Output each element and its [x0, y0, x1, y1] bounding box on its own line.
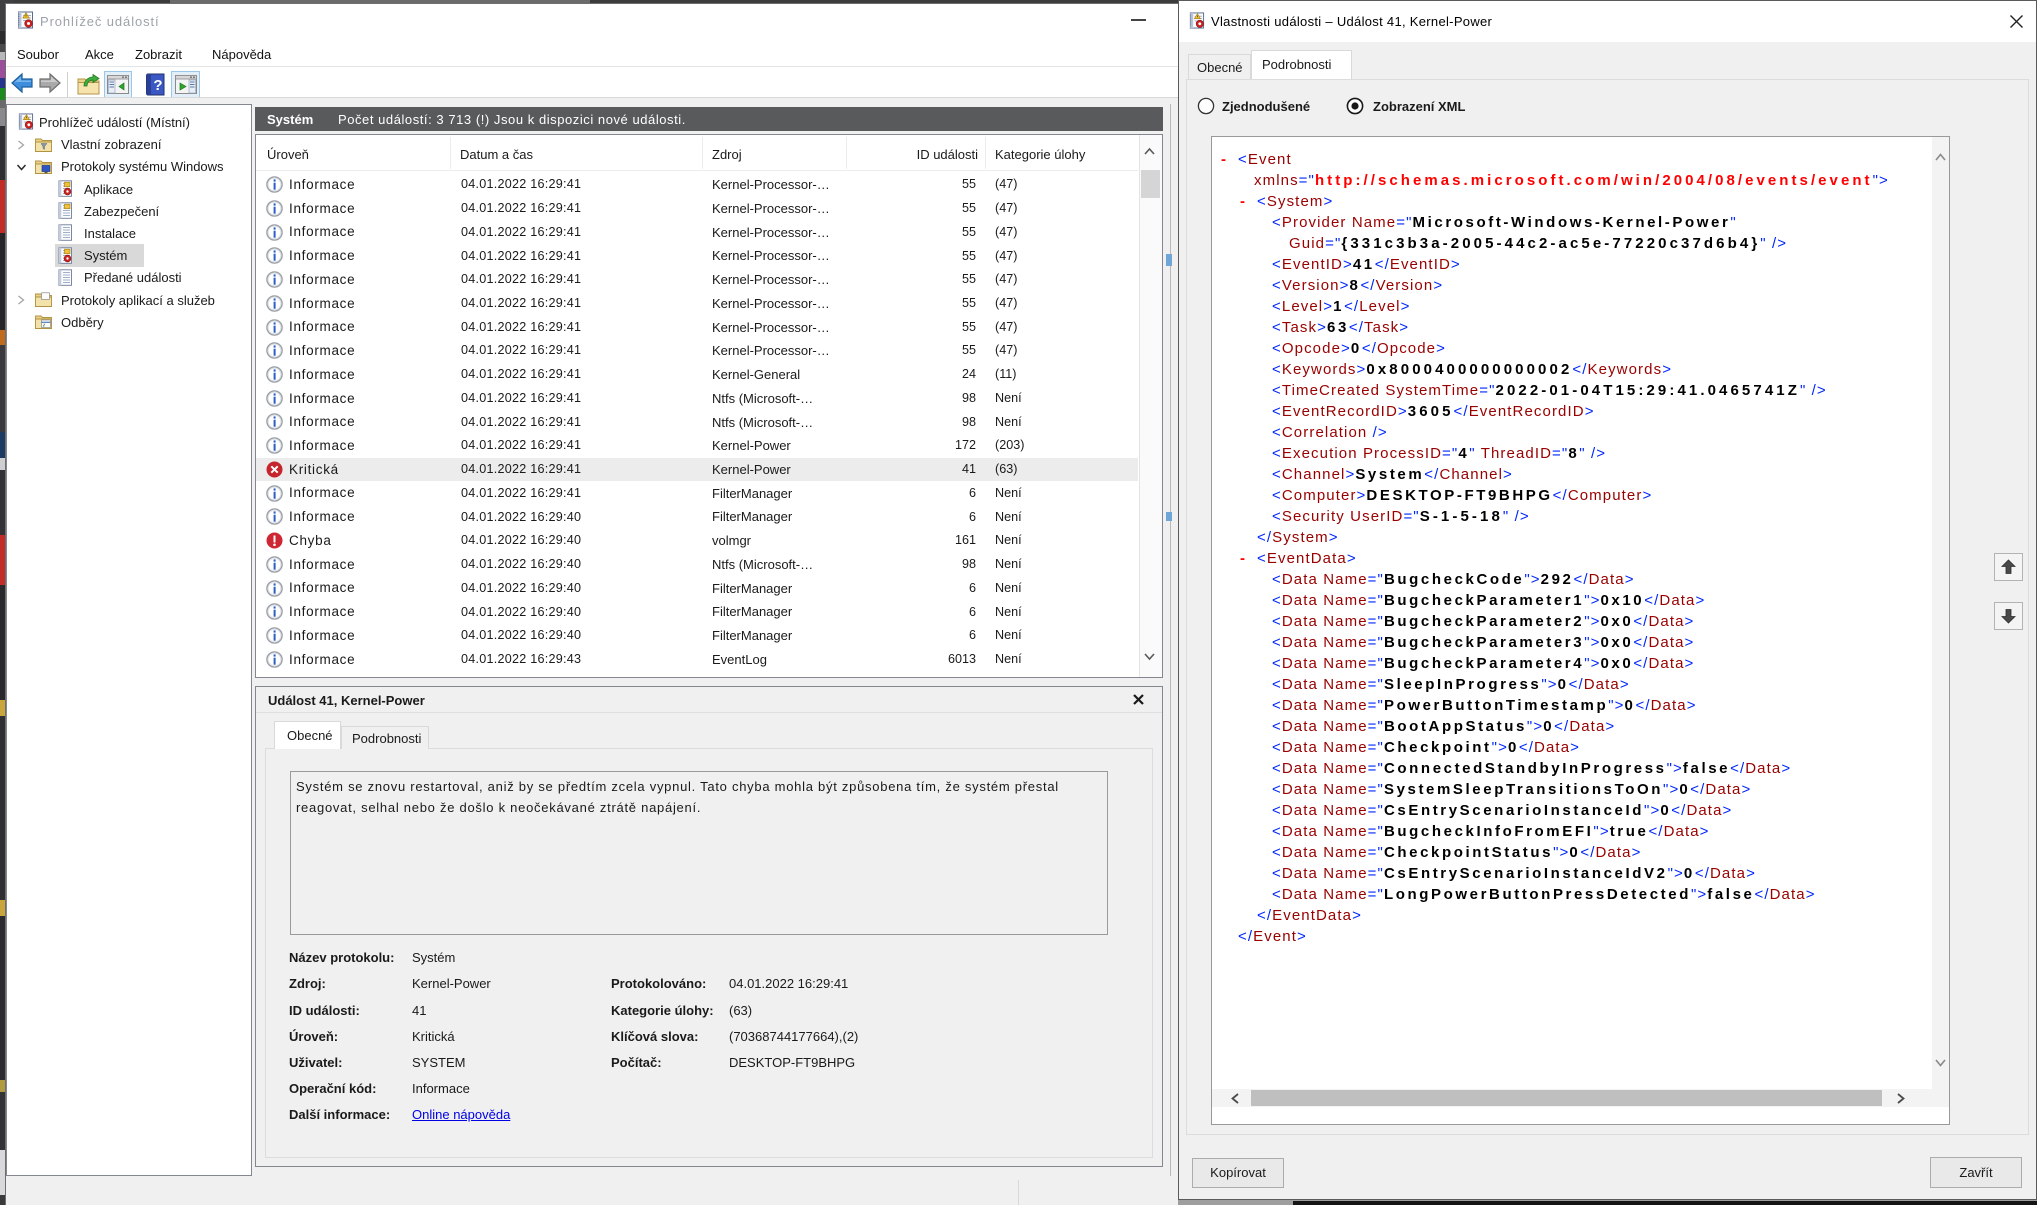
- svg-text:✓: ✓: [42, 323, 46, 329]
- svg-text:?: ?: [153, 77, 162, 94]
